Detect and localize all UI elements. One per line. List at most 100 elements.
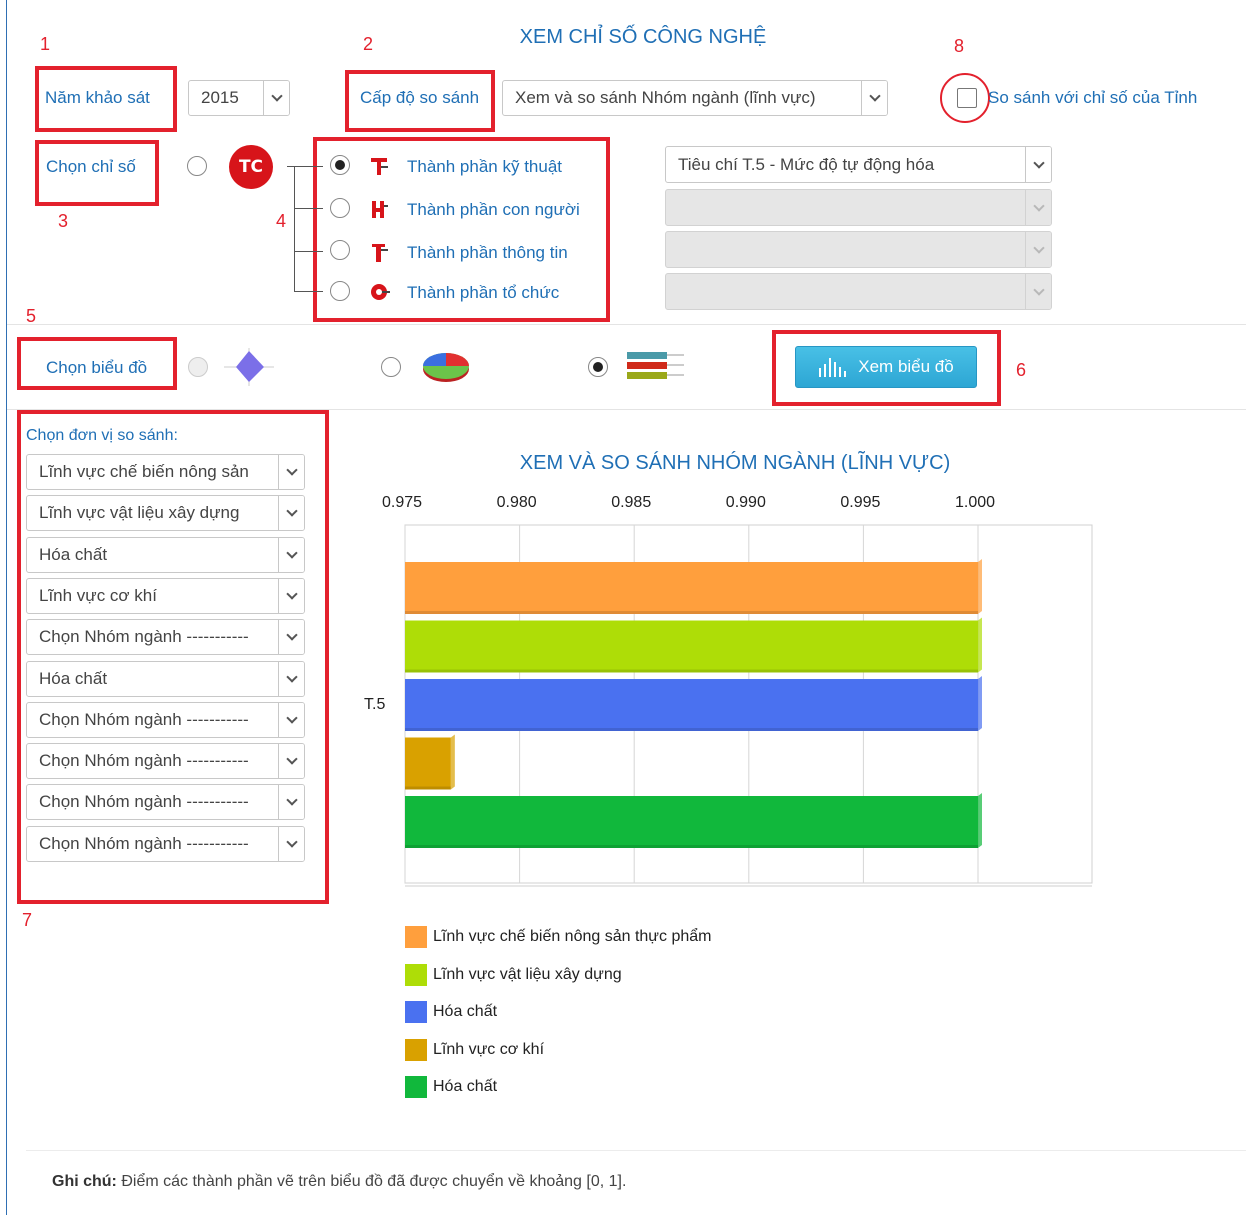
compare-unit-select[interactable]: Lĩnh vực vật liệu xây dựng	[26, 495, 305, 532]
pie-chart-icon	[420, 350, 472, 384]
pie-chart-radio[interactable]	[381, 357, 401, 377]
x-tick-label: 0.985	[611, 494, 652, 511]
compare-units-label: Chọn đơn vị so sánh:	[26, 427, 178, 444]
tree-branch	[294, 251, 323, 252]
legend-label: Hóa chất	[433, 1003, 498, 1020]
chevron-down-icon	[278, 455, 304, 489]
chevron-down-icon	[278, 826, 304, 861]
chevron-down-icon	[278, 744, 304, 779]
compare-unit-select[interactable]: Chọn Nhóm ngành -----------	[26, 825, 305, 862]
chevron-down-icon	[1025, 232, 1051, 267]
information-component-icon	[370, 241, 388, 263]
annotation-4: 4	[276, 211, 287, 231]
compare-unit-value: Chọn Nhóm ngành -----------	[39, 833, 249, 853]
chevron-down-icon	[861, 81, 887, 115]
tree-branch	[294, 208, 323, 209]
compare-unit-value: Chọn Nhóm ngành -----------	[39, 627, 249, 647]
technical-component-icon	[370, 156, 388, 176]
compare-unit-value: Hóa chất	[39, 668, 108, 688]
technical-component-label[interactable]: Thành phần kỹ thuật	[407, 157, 562, 177]
legend-swatch	[405, 963, 427, 986]
compare-unit-select[interactable]: Chọn Nhóm ngành -----------	[26, 743, 305, 780]
legend-swatch	[405, 926, 427, 948]
technical-criteria-select[interactable]: Tiêu chí T.5 - Mức độ tự động hóa	[665, 146, 1052, 183]
compare-unit-select[interactable]: Lĩnh vực chế biến nông sản	[26, 454, 305, 490]
x-tick-label: 0.975	[382, 494, 423, 511]
human-component-icon	[370, 199, 388, 219]
compare-province-checkbox[interactable]	[957, 88, 977, 108]
legend-label: Lĩnh vực cơ khí	[433, 1040, 545, 1058]
legend-label: Hóa chất	[433, 1078, 498, 1095]
legend-item: Hóa chất	[405, 1076, 497, 1098]
information-component-label[interactable]: Thành phần thông tin	[407, 243, 568, 263]
legend-item: Lĩnh vực chế biến nông sản thực phẩm	[405, 926, 711, 948]
technical-component-radio[interactable]	[330, 155, 350, 175]
survey-year-select[interactable]: 2015	[188, 80, 290, 116]
compare-unit-value: Chọn Nhóm ngành -----------	[39, 751, 249, 771]
view-chart-button[interactable]: Xem biểu đồ	[795, 346, 977, 388]
compare-unit-select[interactable]: Hóa chất	[26, 536, 305, 573]
annotation-8: 8	[954, 36, 965, 56]
compare-unit-value: Chọn Nhóm ngành -----------	[39, 709, 249, 729]
survey-year-value: 2015	[201, 88, 239, 107]
compare-unit-value: Lĩnh vực vật liệu xây dựng	[39, 503, 240, 523]
bar-side	[978, 617, 982, 673]
comparison-level-select[interactable]: Xem và so sánh Nhóm ngành (lĩnh vực)	[502, 80, 888, 116]
view-chart-button-label: Xem biểu đồ	[858, 357, 954, 376]
compare-unit-value: Hóa chất	[39, 544, 108, 564]
compare-province-label: So sánh với chỉ số của Tỉnh	[988, 88, 1198, 107]
page-title: XEM CHỈ SỐ CÔNG NGHỆ	[519, 26, 767, 48]
human-component-radio[interactable]	[330, 198, 350, 218]
compare-unit-select[interactable]: Chọn Nhóm ngành -----------	[26, 619, 305, 656]
bar-side	[978, 793, 982, 848]
technical-criteria-value: Tiêu chí T.5 - Mức độ tự động hóa	[678, 154, 935, 174]
bar	[405, 679, 978, 731]
chevron-down-icon	[278, 702, 304, 737]
chevron-down-icon	[278, 785, 304, 820]
tree-branch	[294, 291, 323, 292]
legend-item: Lĩnh vực cơ khí	[405, 1038, 545, 1061]
tree-line	[294, 166, 295, 292]
chevron-down-icon	[278, 661, 304, 696]
chevron-down-icon	[278, 496, 304, 531]
x-tick-label: 0.990	[725, 494, 766, 511]
x-tick-label: 0.980	[496, 494, 537, 511]
footnote: Ghi chú: Điểm các thành phần vẽ trên biể…	[52, 1173, 626, 1191]
x-tick-label: 0.995	[840, 494, 881, 511]
compare-unit-select[interactable]: Chọn Nhóm ngành -----------	[26, 701, 305, 738]
tree-branch	[287, 166, 323, 167]
annotation-7: 7	[22, 910, 33, 930]
bar-shadow	[405, 786, 451, 790]
bar-chart-icon	[819, 358, 847, 377]
information-component-radio[interactable]	[330, 240, 350, 260]
bar-chart-icon	[626, 350, 692, 384]
compare-unit-select[interactable]: Hóa chất	[26, 660, 305, 697]
chevron-down-icon	[278, 578, 304, 613]
chevron-down-icon	[278, 537, 304, 572]
bar-side	[978, 559, 982, 614]
human-criteria-select	[665, 189, 1052, 226]
annotation-1: 1	[40, 34, 51, 54]
chart-type-label: Chọn biểu đồ	[46, 358, 148, 377]
compare-unit-select[interactable]: Chọn Nhóm ngành -----------	[26, 784, 305, 821]
organization-component-label[interactable]: Thành phần tổ chức	[407, 283, 559, 303]
compare-unit-select[interactable]: Lĩnh vực cơ khí	[26, 577, 305, 614]
organization-component-icon	[370, 282, 390, 302]
survey-year-label: Năm khảo sát	[45, 88, 150, 107]
annotation-6: 6	[1016, 360, 1027, 380]
chevron-down-icon	[263, 81, 289, 115]
information-criteria-select	[665, 231, 1052, 268]
overall-index-radio[interactable]	[187, 156, 207, 176]
x-tick-label: 1.000	[955, 494, 996, 511]
chevron-down-icon	[278, 620, 304, 655]
compare-unit-value: Chọn Nhóm ngành -----------	[39, 792, 249, 812]
legend-item: Lĩnh vực vật liệu xây dựng	[405, 963, 622, 986]
annotation-3: 3	[58, 211, 69, 231]
bar-chart-radio[interactable]	[588, 357, 608, 377]
divider	[26, 1150, 1246, 1151]
page-frame-border	[6, 0, 7, 1215]
index-select-label: Chọn chỉ số	[46, 157, 136, 176]
bar	[405, 737, 451, 790]
human-component-label[interactable]: Thành phần con người	[407, 200, 580, 220]
organization-component-radio[interactable]	[330, 281, 350, 301]
